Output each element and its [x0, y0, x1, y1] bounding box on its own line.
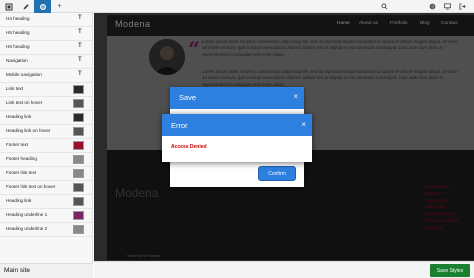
sidebar-setting-row[interactable]: H6 heading T [0, 41, 92, 55]
app-root: + ? H4 heading T H5 heading T H6 heading T Nav… [0, 0, 474, 278]
save-dialog-title: Save [179, 93, 197, 102]
color-swatch[interactable] [73, 183, 84, 192]
sidebar-setting-row[interactable]: Footer link text [0, 167, 92, 181]
edit-pencil-icon[interactable] [17, 0, 34, 13]
setting-label: Link text on hover [6, 100, 43, 105]
setting-label: Footer heading [6, 156, 37, 161]
sidebar-setting-row[interactable]: Heading link [0, 195, 92, 209]
settings-gear-icon[interactable] [34, 0, 51, 13]
color-swatch[interactable] [73, 141, 84, 150]
error-dialog-header: Error × [162, 114, 312, 136]
color-swatch[interactable] [73, 169, 84, 178]
color-swatch[interactable] [73, 113, 84, 122]
setting-label: Mobile navigation [6, 72, 42, 77]
sidebar-setting-row[interactable]: Link text on hover [0, 97, 92, 111]
site-selector-label: Main site [4, 267, 31, 274]
setting-label: Footer text [6, 142, 28, 147]
save-dialog-header: Save × [170, 87, 304, 109]
error-dialog: Error × Access Denied [162, 114, 312, 162]
setting-label: Footer link text on hover [6, 184, 56, 189]
sidebar-setting-row[interactable]: H5 heading T [0, 27, 92, 41]
setting-label: Heading underline 2 [6, 226, 48, 231]
color-swatch[interactable] [73, 211, 84, 220]
typography-icon[interactable]: T [78, 15, 82, 21]
close-icon[interactable]: × [293, 92, 298, 101]
sidebar-setting-row[interactable]: Heading link on hover [0, 125, 92, 139]
typography-icon[interactable]: T [78, 43, 82, 49]
help-icon[interactable]: ? [428, 2, 437, 11]
sidebar-footer[interactable]: Main site [0, 263, 93, 278]
sidebar-setting-row[interactable]: Footer heading [0, 153, 92, 167]
setting-label: Heading underline 1 [6, 212, 48, 217]
top-toolbar: + ? [0, 0, 474, 13]
setting-label: H4 heading [6, 16, 30, 21]
setting-label: Heading link [6, 198, 32, 203]
confirm-button[interactable]: Confirm [259, 167, 295, 180]
typography-icon[interactable]: T [78, 29, 82, 35]
color-swatch[interactable] [73, 85, 84, 94]
sidebar-setting-row[interactable]: Link text [0, 83, 92, 97]
setting-label: Heading link on hover [6, 128, 51, 133]
typography-icon[interactable]: T [78, 57, 82, 63]
sidebar-setting-row[interactable]: Heading underline 2 [0, 223, 92, 237]
error-message: Access Denied [171, 144, 207, 150]
sidebar-setting-row[interactable]: Navigation T [0, 55, 92, 69]
setting-label: Link text [6, 86, 24, 91]
save-styles-button[interactable]: Save Styles [430, 264, 470, 277]
color-swatch[interactable] [73, 155, 84, 164]
desktop-view-icon[interactable] [443, 2, 452, 11]
sidebar-setting-row[interactable]: Footer text [0, 139, 92, 153]
setting-label: Footer link text [6, 170, 37, 175]
sidebar-setting-row[interactable]: H4 heading T [0, 13, 92, 27]
setting-label: H5 heading [6, 30, 30, 35]
setting-label: Navigation [6, 58, 28, 63]
sidebar-setting-row[interactable]: Mobile navigation T [0, 69, 92, 83]
style-sidebar: H4 heading T H5 heading T H6 heading T Navigat… [0, 13, 93, 278]
bottom-bar: Save Styles [94, 261, 474, 278]
sidebar-setting-row[interactable]: Heading link [0, 111, 92, 125]
exit-icon[interactable] [458, 2, 467, 11]
builder-logo-icon[interactable] [0, 0, 17, 13]
color-swatch[interactable] [73, 225, 84, 234]
add-button[interactable]: + [51, 0, 68, 13]
error-dialog-title: Error [171, 121, 188, 130]
close-icon[interactable]: × [301, 120, 306, 129]
sidebar-setting-row[interactable]: Footer link text on hover [0, 181, 92, 195]
color-swatch[interactable] [73, 127, 84, 136]
color-swatch[interactable] [73, 99, 84, 108]
setting-label: H6 heading [6, 44, 30, 49]
setting-label: Heading link [6, 114, 32, 119]
sidebar-setting-row[interactable]: Heading underline 1 [0, 209, 92, 223]
color-swatch[interactable] [73, 197, 84, 206]
typography-icon[interactable]: T [78, 71, 82, 77]
search-icon[interactable] [380, 2, 389, 11]
